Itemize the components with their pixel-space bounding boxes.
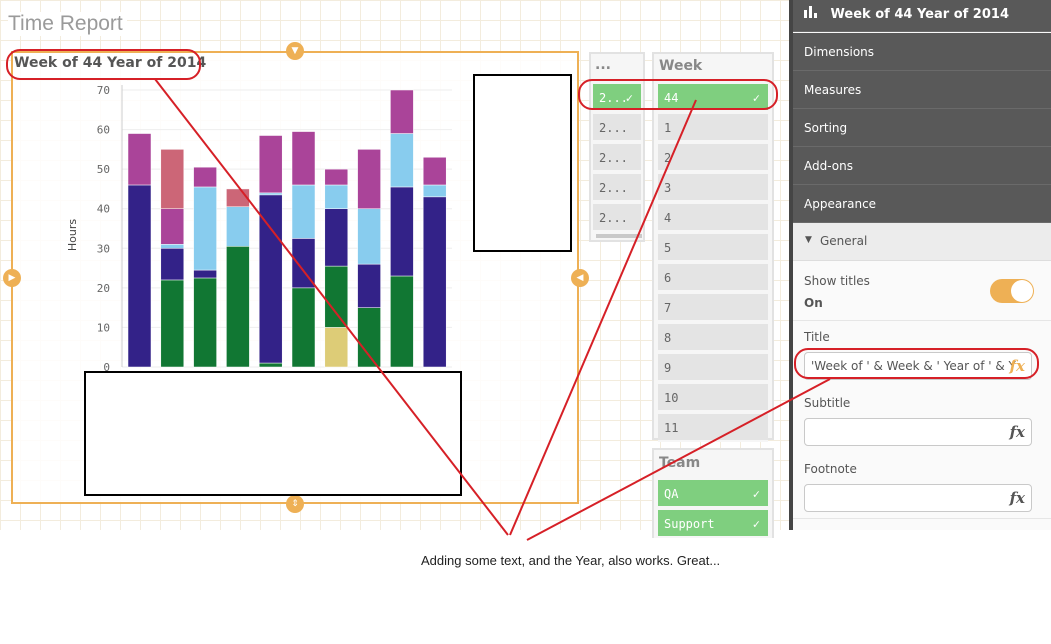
annotation-lines — [154, 78, 831, 541]
annotation-caption: Adding some text, and the Year, also wor… — [421, 553, 721, 568]
